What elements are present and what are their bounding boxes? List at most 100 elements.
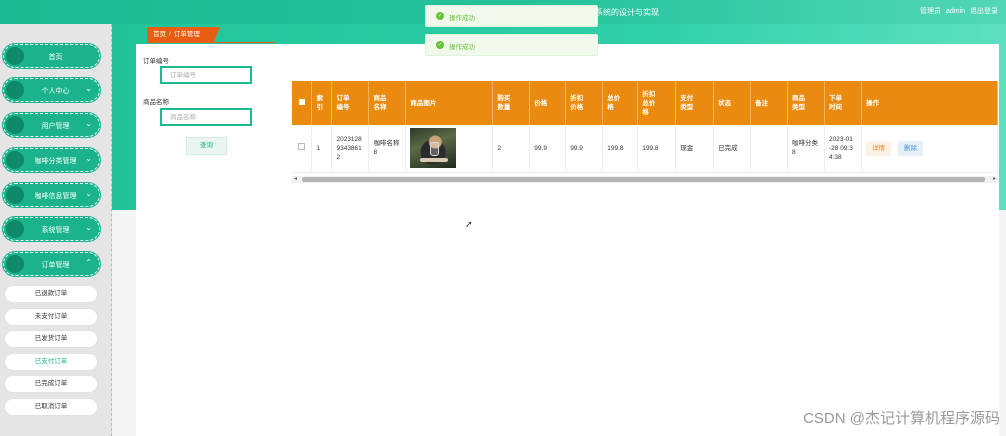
column-header-status: 状态 (713, 81, 752, 125)
username: admin (945, 8, 966, 15)
column-header-product-image: 商品图片 (405, 81, 494, 125)
order-no-input[interactable] (160, 66, 252, 84)
menu-dot-icon (6, 116, 24, 134)
chevron-down-icon: ⌄ (85, 189, 92, 198)
table-row: 1 2023128 9343861 2 咖啡名称 8 2 99.9 99.9 199.… (292, 125, 999, 173)
cell-total-price: 199.8 (602, 125, 639, 173)
toast-message: 操作成功 (449, 44, 475, 51)
toast-message: 操作成功 (449, 15, 475, 22)
site-title: 系统的设计与实现 (595, 8, 659, 17)
user-role: 管理员 (920, 8, 942, 15)
column-header-index: 索引 (311, 81, 333, 125)
chevron-down-icon: ⌄ (85, 119, 92, 128)
cell-pay-type: 现金 (675, 125, 715, 173)
check-circle-icon: ✓ (436, 41, 444, 49)
search-panel: 订单编号 商品名称 查询 (136, 44, 275, 436)
check-circle-icon: ✓ (436, 12, 444, 20)
watermark: CSDN @杰记计算机程序源码 (803, 410, 1000, 427)
column-header-quantity: 购买 数量 (492, 81, 531, 125)
submenu-shipped-orders[interactable]: 已发货订单 (5, 331, 97, 347)
breadcrumb-separator: / (169, 31, 171, 38)
mouse-cursor-icon: ➚ (465, 219, 473, 229)
chevron-down-icon: ⌄ (85, 154, 92, 163)
search-button[interactable]: 查询 (186, 137, 227, 155)
column-header-order-time: 下单 时间 (824, 81, 862, 125)
delete-button[interactable]: 删除 (897, 140, 923, 156)
checkbox-icon (298, 98, 305, 105)
detail-button[interactable]: 详情 (865, 140, 891, 156)
cell-category: 咖啡分类 8 (787, 125, 825, 173)
cell-index: 1 (311, 125, 333, 173)
cell-quantity: 2 (492, 125, 531, 173)
column-header-product-name: 商品 名称 (368, 81, 407, 125)
submenu-cancelled-orders[interactable]: 已取消订单 (5, 399, 97, 415)
cell-discount-total: 199.8 (637, 125, 677, 173)
sidebar: 首页 个人中心 ⌄ 用户管理 ⌄ 咖啡分类管理 ⌄ 咖啡信息管理 ⌄ 系统管理 … (0, 24, 112, 436)
sidebar-item-orders[interactable]: 订单管理 ⌃ (3, 252, 100, 276)
menu-dot-icon (6, 47, 24, 65)
cell-status: 已完成 (713, 125, 752, 173)
column-header-discount-price: 折扣 价格 (565, 81, 604, 125)
cell-price: 99.9 (529, 125, 567, 173)
chevron-down-icon: ⌄ (85, 84, 92, 93)
sidebar-item-home[interactable]: 首页 (3, 44, 100, 68)
column-header-order-no: 订单 编号 (331, 81, 370, 125)
sidebar-item-profile[interactable]: 个人中心 ⌄ (3, 78, 100, 102)
menu-dot-icon (6, 255, 24, 273)
product-name-label: 商品名称 (143, 99, 169, 106)
orders-table: 索引 订单 编号 商品 名称 商品图片 购买 数量 价格 折扣 价格 总价格 折扣 总价格… (292, 81, 999, 173)
breadcrumb-home[interactable]: 首页 (153, 31, 166, 38)
breadcrumb-underline (147, 42, 275, 43)
row-checkbox[interactable] (292, 125, 313, 173)
product-name-input[interactable] (160, 108, 252, 126)
breadcrumb-current: 订单管理 (173, 31, 200, 38)
column-header-price: 价格 (529, 81, 567, 125)
sidebar-item-label: 用户管理 (41, 123, 70, 130)
cell-product-name: 咖啡名称 8 (368, 125, 407, 173)
orders-table-wrapper: 索引 订单 编号 商品 名称 商品图片 购买 数量 价格 折扣 价格 总价格 折扣 总价格… (292, 81, 999, 182)
sidebar-item-system[interactable]: 系统管理 ⌄ (3, 217, 100, 241)
sidebar-item-label: 咖啡信息管理 (34, 193, 77, 200)
breadcrumb: 首页 / 订单管理 (147, 27, 220, 42)
column-header-total-price: 总价格 (602, 81, 639, 125)
success-toast: ✓ 操作成功 (425, 34, 598, 56)
scrollbar-thumb[interactable] (302, 177, 985, 182)
column-header-discount-total: 折扣 总价格 (637, 81, 677, 125)
checkbox-icon (298, 143, 306, 151)
cell-discount-price: 99.9 (565, 125, 604, 173)
cell-order-no: 2023128 9343861 2 (331, 125, 370, 173)
scroll-right-arrow-icon[interactable]: ▸ (993, 175, 996, 182)
sidebar-item-users[interactable]: 用户管理 ⌄ (3, 113, 100, 137)
column-header-actions: 操作 (861, 81, 999, 125)
sidebar-item-label: 系统管理 (41, 227, 70, 234)
table-horizontal-scrollbar[interactable]: ◂ ▸ (292, 176, 998, 183)
submenu-unpaid-orders[interactable]: 未支付订单 (5, 309, 97, 325)
sidebar-item-coffee-category[interactable]: 咖啡分类管理 ⌄ (3, 148, 100, 172)
cell-remark (750, 125, 789, 173)
column-header-pay-type: 支付 类型 (675, 81, 715, 125)
coffee-image[interactable] (410, 128, 457, 169)
user-info: 管理员 admin 退出登录 (917, 6, 998, 16)
logout-link[interactable]: 退出登录 (970, 8, 998, 15)
sidebar-item-label: 订单管理 (41, 262, 70, 269)
sidebar-item-label: 首页 (48, 54, 63, 61)
submenu-completed-orders[interactable]: 已完成订单 (5, 376, 97, 392)
order-no-label: 订单编号 (143, 58, 169, 65)
success-toast: ✓ 操作成功 (425, 5, 598, 27)
submenu-refunded-orders[interactable]: 已退款订单 (5, 286, 97, 302)
menu-dot-icon (6, 186, 24, 204)
sidebar-item-coffee-info[interactable]: 咖啡信息管理 ⌄ (3, 183, 100, 207)
menu-dot-icon (6, 81, 24, 99)
sidebar-item-label: 咖啡分类管理 (34, 158, 77, 165)
chevron-up-icon: ⌃ (85, 258, 92, 267)
cell-actions: 详情 删除 (861, 125, 999, 173)
scroll-left-arrow-icon[interactable]: ◂ (294, 175, 297, 182)
table-header-row: 索引 订单 编号 商品 名称 商品图片 购买 数量 价格 折扣 价格 总价格 折扣 总价格… (292, 81, 999, 125)
select-all-checkbox[interactable] (292, 81, 313, 125)
cell-order-time: 2023-01 -28 09:3 4:38 (824, 125, 862, 173)
cell-product-image (405, 125, 494, 173)
chevron-down-icon: ⌄ (85, 223, 92, 232)
column-header-remark: 备注 (750, 81, 789, 125)
submenu-paid-orders[interactable]: 已支付订单 (5, 354, 97, 370)
column-header-category: 商品 类型 (787, 81, 825, 125)
